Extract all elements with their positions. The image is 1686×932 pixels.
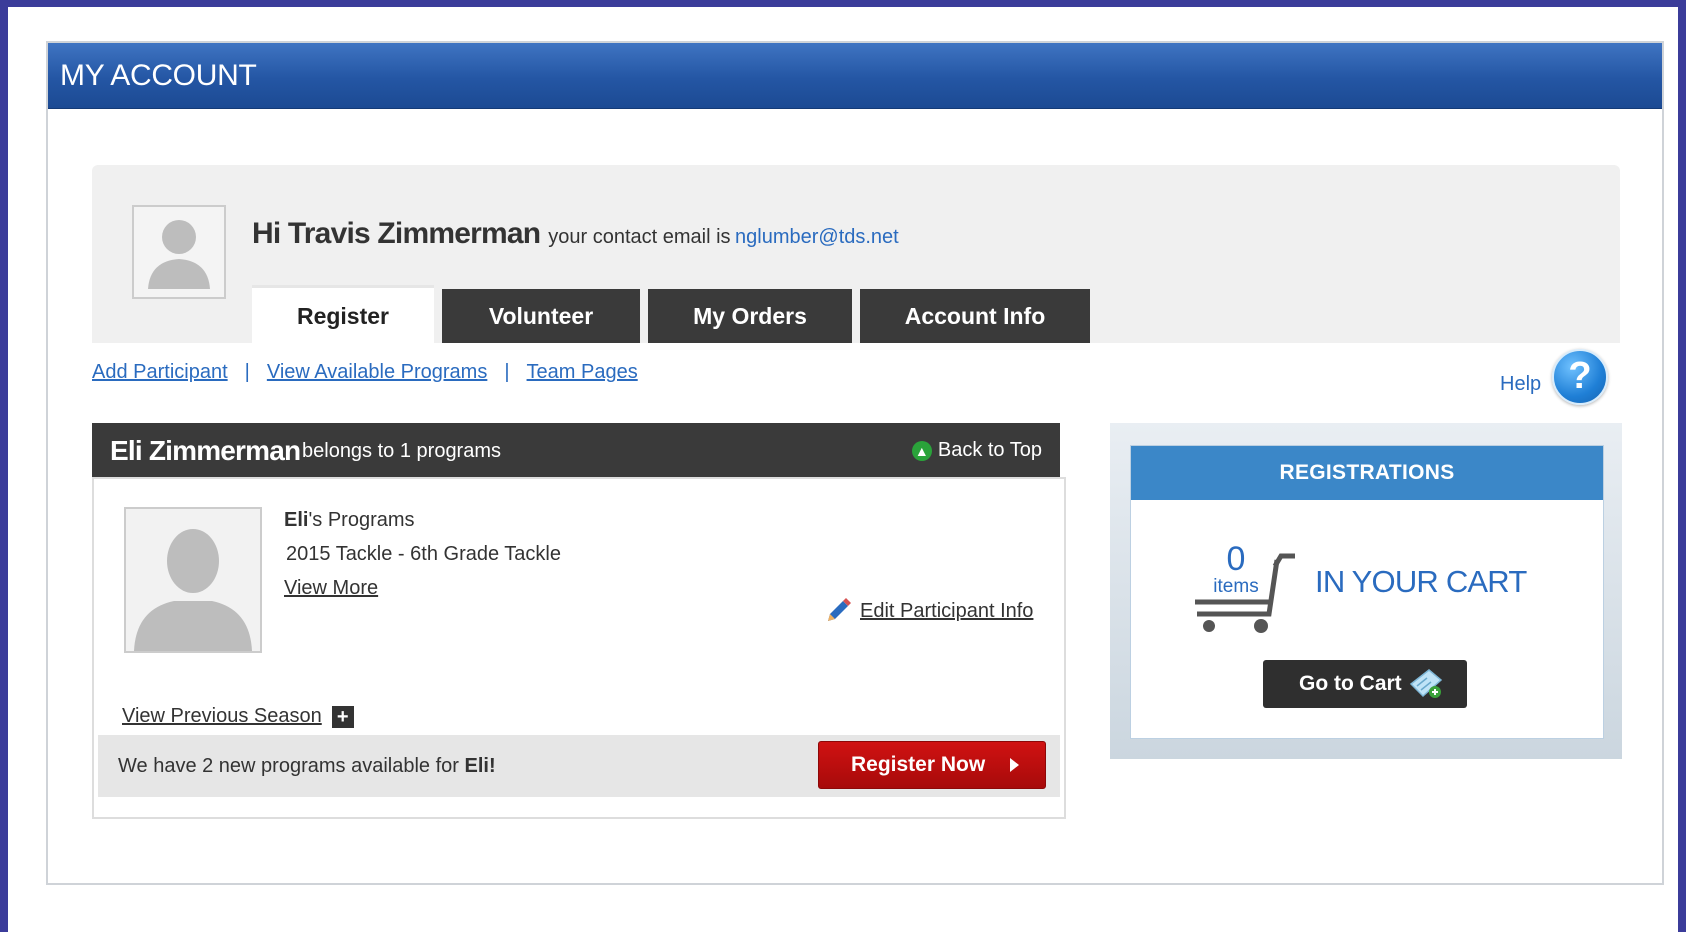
separator: | (244, 361, 250, 383)
participant-header: Eli Zimmerman belongs to 1 programs ▲ Ba… (92, 423, 1060, 477)
in-your-cart-label: IN YOUR CART (1315, 564, 1527, 599)
help-link[interactable]: Help (1500, 373, 1541, 396)
view-previous-season-label: View Previous Season (122, 705, 322, 727)
cart-badge-icon (1409, 669, 1443, 698)
back-to-top-link[interactable]: ▲ Back to Top (911, 439, 1042, 462)
registrations-box: REGISTRATIONS 0 items IN YOUR CART Go to… (1130, 445, 1604, 739)
plus-icon[interactable]: + (331, 705, 354, 728)
view-more-link[interactable]: View More (284, 577, 378, 600)
edit-participant-info-label: Edit Participant Info (860, 599, 1034, 622)
tab-account-info[interactable]: Account Info (860, 289, 1090, 343)
cart-items-label: items (1213, 576, 1259, 597)
view-previous-season-link[interactable]: View Previous Season + (122, 705, 354, 728)
participant-name: Eli Zimmerman (110, 435, 301, 466)
register-now-label: Register Now (851, 753, 986, 776)
cart-item-count: 0 (1226, 540, 1246, 578)
email-link[interactable]: nglumber@tds.net (735, 226, 899, 248)
greeting: Hi Travis Zimmerman your contact email is… (252, 217, 899, 251)
my-account-panel: MY ACCOUNT Hi Travis Zimmerman your conta… (46, 41, 1664, 885)
participant-photo-icon (124, 507, 262, 653)
window-frame: MY ACCOUNT Hi Travis Zimmerman your conta… (0, 0, 1686, 932)
pencil-icon (828, 598, 851, 621)
tab-volunteer[interactable]: Volunteer (442, 289, 640, 343)
team-pages-link[interactable]: Team Pages (527, 361, 638, 384)
sub-navigation: Add Participant | View Available Program… (92, 361, 638, 384)
new-programs-message: We have 2 new programs available for Eli… (118, 755, 496, 778)
arrow-up-circle-icon: ▲ (911, 440, 932, 461)
cart-count: 0 items (1213, 542, 1259, 598)
tab-my-orders[interactable]: My Orders (648, 289, 852, 343)
help-question-icon[interactable]: ? (1552, 349, 1608, 405)
edit-participant-info-link[interactable]: Edit Participant Info (824, 597, 1033, 625)
new-programs-name: Eli! (464, 755, 496, 777)
new-programs-text: We have 2 new programs available for (118, 755, 459, 777)
greeting-name: Hi Travis Zimmerman (252, 217, 541, 250)
add-participant-link[interactable]: Add Participant (92, 361, 228, 384)
tab-register[interactable]: Register (252, 285, 434, 343)
register-now-button[interactable]: Register Now (818, 741, 1046, 789)
program-item: 2015 Tackle - 6th Grade Tackle (286, 543, 561, 565)
account-tabs: Register Volunteer My Orders Account Inf… (252, 285, 1098, 343)
triangle-right-icon (1010, 758, 1019, 772)
back-to-top-label: Back to Top (937, 439, 1042, 461)
programs-heading: Eli's Programs (284, 509, 415, 532)
registrations-title: REGISTRATIONS (1131, 446, 1603, 500)
participant-program-count: belongs to 1 programs (302, 440, 502, 462)
separator: | (504, 361, 510, 383)
programs-owner: Eli (284, 509, 309, 531)
go-to-cart-button[interactable]: Go to Cart (1263, 660, 1467, 708)
email-prefix: your contact email is (548, 226, 731, 248)
view-available-programs-link[interactable]: View Available Programs (267, 361, 488, 384)
programs-heading-suffix: 's Programs (308, 509, 415, 531)
user-strip: Hi Travis Zimmerman your contact email is… (92, 165, 1620, 343)
participant-card: Eli's Programs 2015 Tackle - 6th Grade T… (92, 477, 1066, 819)
page-title: MY ACCOUNT (48, 43, 1662, 109)
user-avatar-icon (132, 205, 226, 299)
new-programs-bar: We have 2 new programs available for Eli… (98, 735, 1060, 797)
go-to-cart-label: Go to Cart (1299, 672, 1402, 695)
registrations-panel: REGISTRATIONS 0 items IN YOUR CART Go to… (1110, 423, 1622, 759)
